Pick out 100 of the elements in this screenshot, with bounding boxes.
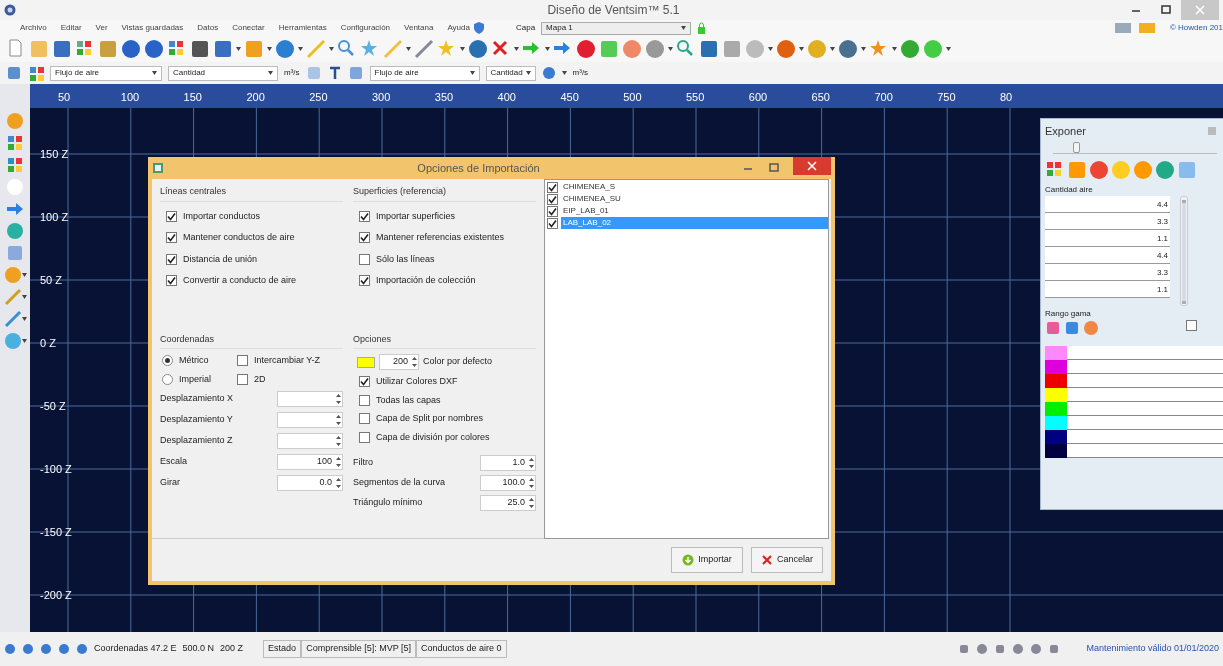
- circle-icon[interactable]: [1083, 319, 1099, 336]
- color-swatch[interactable]: [357, 356, 375, 368]
- radio-button[interactable]: [162, 373, 173, 385]
- checkbox[interactable]: [359, 275, 370, 287]
- square-icon[interactable]: [958, 643, 971, 655]
- caret-icon[interactable]: [861, 47, 866, 51]
- slider-track[interactable]: [1053, 141, 1217, 154]
- circle-icon[interactable]: [58, 643, 70, 655]
- circle-icon[interactable]: [576, 39, 596, 59]
- spinner-icon[interactable]: [528, 496, 535, 510]
- checkbox[interactable]: [166, 253, 177, 265]
- checkbox[interactable]: [237, 373, 248, 385]
- checkbox[interactable]: [547, 181, 558, 193]
- circle-icon[interactable]: [1012, 643, 1025, 655]
- circle-icon[interactable]: [976, 643, 989, 655]
- cancel-button[interactable]: Cancelar: [751, 547, 823, 573]
- square-icon[interactable]: [6, 65, 22, 81]
- dropdown[interactable]: Cantidad: [485, 65, 536, 81]
- menu-item[interactable]: Datos: [197, 22, 219, 34]
- checkbox[interactable]: [166, 210, 177, 222]
- circle-icon[interactable]: [468, 39, 488, 59]
- caret-icon[interactable]: [406, 47, 411, 51]
- caret-icon[interactable]: [21, 339, 27, 343]
- checkbox[interactable]: [359, 413, 370, 425]
- checkbox[interactable]: [166, 232, 177, 244]
- checkbox[interactable]: [359, 210, 370, 222]
- caret-icon[interactable]: [681, 26, 687, 30]
- square-icon[interactable]: [994, 643, 1007, 655]
- grid-icon[interactable]: [6, 156, 24, 174]
- circle-icon[interactable]: [6, 222, 24, 240]
- list-item[interactable]: CHIMENEA_SU: [561, 193, 828, 205]
- spin-field[interactable]: 1.0: [480, 455, 536, 471]
- checkbox[interactable]: [359, 394, 370, 406]
- square-icon[interactable]: [1064, 319, 1080, 336]
- layer-select[interactable]: Mapa 1: [541, 21, 692, 35]
- shield-icon[interactable]: [473, 22, 484, 34]
- spin-field[interactable]: [277, 433, 343, 449]
- spinner-icon[interactable]: [335, 455, 342, 469]
- spin-field[interactable]: 100.0: [480, 475, 536, 491]
- spin-field[interactable]: 100: [277, 454, 343, 470]
- dropdown[interactable]: Cantidad: [168, 65, 278, 81]
- download-icon[interactable]: [682, 554, 695, 566]
- caret-icon[interactable]: [21, 273, 27, 277]
- circle-icon[interactable]: [275, 39, 295, 59]
- spinner-icon[interactable]: [335, 392, 342, 406]
- caret-icon[interactable]: [514, 47, 519, 51]
- close-icon[interactable]: [761, 554, 773, 566]
- spin-field[interactable]: [277, 412, 343, 428]
- menu-item[interactable]: Ventana: [404, 22, 434, 34]
- checkbox[interactable]: [359, 431, 370, 443]
- spinner-icon[interactable]: [411, 355, 418, 369]
- square-icon[interactable]: [1048, 643, 1061, 655]
- checkbox[interactable]: [166, 275, 177, 287]
- checkbox[interactable]: [547, 205, 558, 217]
- checkbox[interactable]: [359, 232, 370, 244]
- circle-icon[interactable]: [4, 643, 16, 655]
- caret-icon[interactable]: [892, 47, 897, 51]
- caret-icon[interactable]: [21, 317, 27, 321]
- spinner-icon[interactable]: [528, 476, 535, 490]
- spin-field[interactable]: 25.0: [480, 495, 536, 511]
- circle-icon[interactable]: [1089, 159, 1109, 180]
- caret-icon[interactable]: [236, 47, 241, 51]
- circle-icon[interactable]: [1155, 159, 1175, 180]
- menu-item[interactable]: Editar: [60, 22, 82, 34]
- dropdown[interactable]: Flujo de aire: [50, 65, 162, 81]
- restore-icon[interactable]: [1159, 5, 1173, 15]
- menu-item[interactable]: Ver: [95, 22, 108, 34]
- caret-icon[interactable]: [298, 47, 303, 51]
- maximize-icon[interactable]: [767, 163, 781, 173]
- lock-icon[interactable]: [697, 22, 707, 34]
- caret-icon[interactable]: [268, 71, 273, 75]
- circle-icon[interactable]: [121, 39, 141, 59]
- close-button[interactable]: [793, 157, 831, 175]
- caret-icon[interactable]: [799, 47, 804, 51]
- caret-icon[interactable]: [830, 47, 835, 51]
- menu-item[interactable]: Ayuda: [447, 22, 470, 34]
- menu-item[interactable]: Conectar: [232, 22, 265, 34]
- value-field[interactable]: 4.4: [1045, 195, 1170, 213]
- display-icon[interactable]: [1113, 22, 1132, 34]
- radio-button[interactable]: [162, 355, 173, 367]
- spinner-icon[interactable]: [335, 476, 342, 490]
- menu-item[interactable]: Herramientas: [278, 22, 327, 34]
- list-item[interactable]: CHIMENEA_S: [561, 181, 828, 193]
- caret-icon[interactable]: [561, 71, 567, 75]
- caret-icon[interactable]: [946, 47, 951, 51]
- caret-icon[interactable]: [21, 295, 27, 299]
- spin-field[interactable]: 200: [379, 354, 419, 370]
- checkbox[interactable]: [547, 217, 558, 229]
- caret-icon[interactable]: [525, 71, 531, 75]
- arrow-icon[interactable]: [6, 200, 24, 218]
- circle-icon[interactable]: [1030, 643, 1043, 655]
- slider-thumb[interactable]: [1072, 141, 1080, 153]
- caret-icon[interactable]: [545, 47, 550, 51]
- circle-icon[interactable]: [622, 39, 642, 59]
- caret-icon[interactable]: [152, 71, 157, 75]
- square-icon[interactable]: [213, 39, 233, 59]
- spin-field[interactable]: [277, 391, 343, 407]
- circle-icon[interactable]: [40, 643, 52, 655]
- menu-item[interactable]: Archivo: [20, 22, 47, 34]
- circle-icon[interactable]: [144, 39, 164, 59]
